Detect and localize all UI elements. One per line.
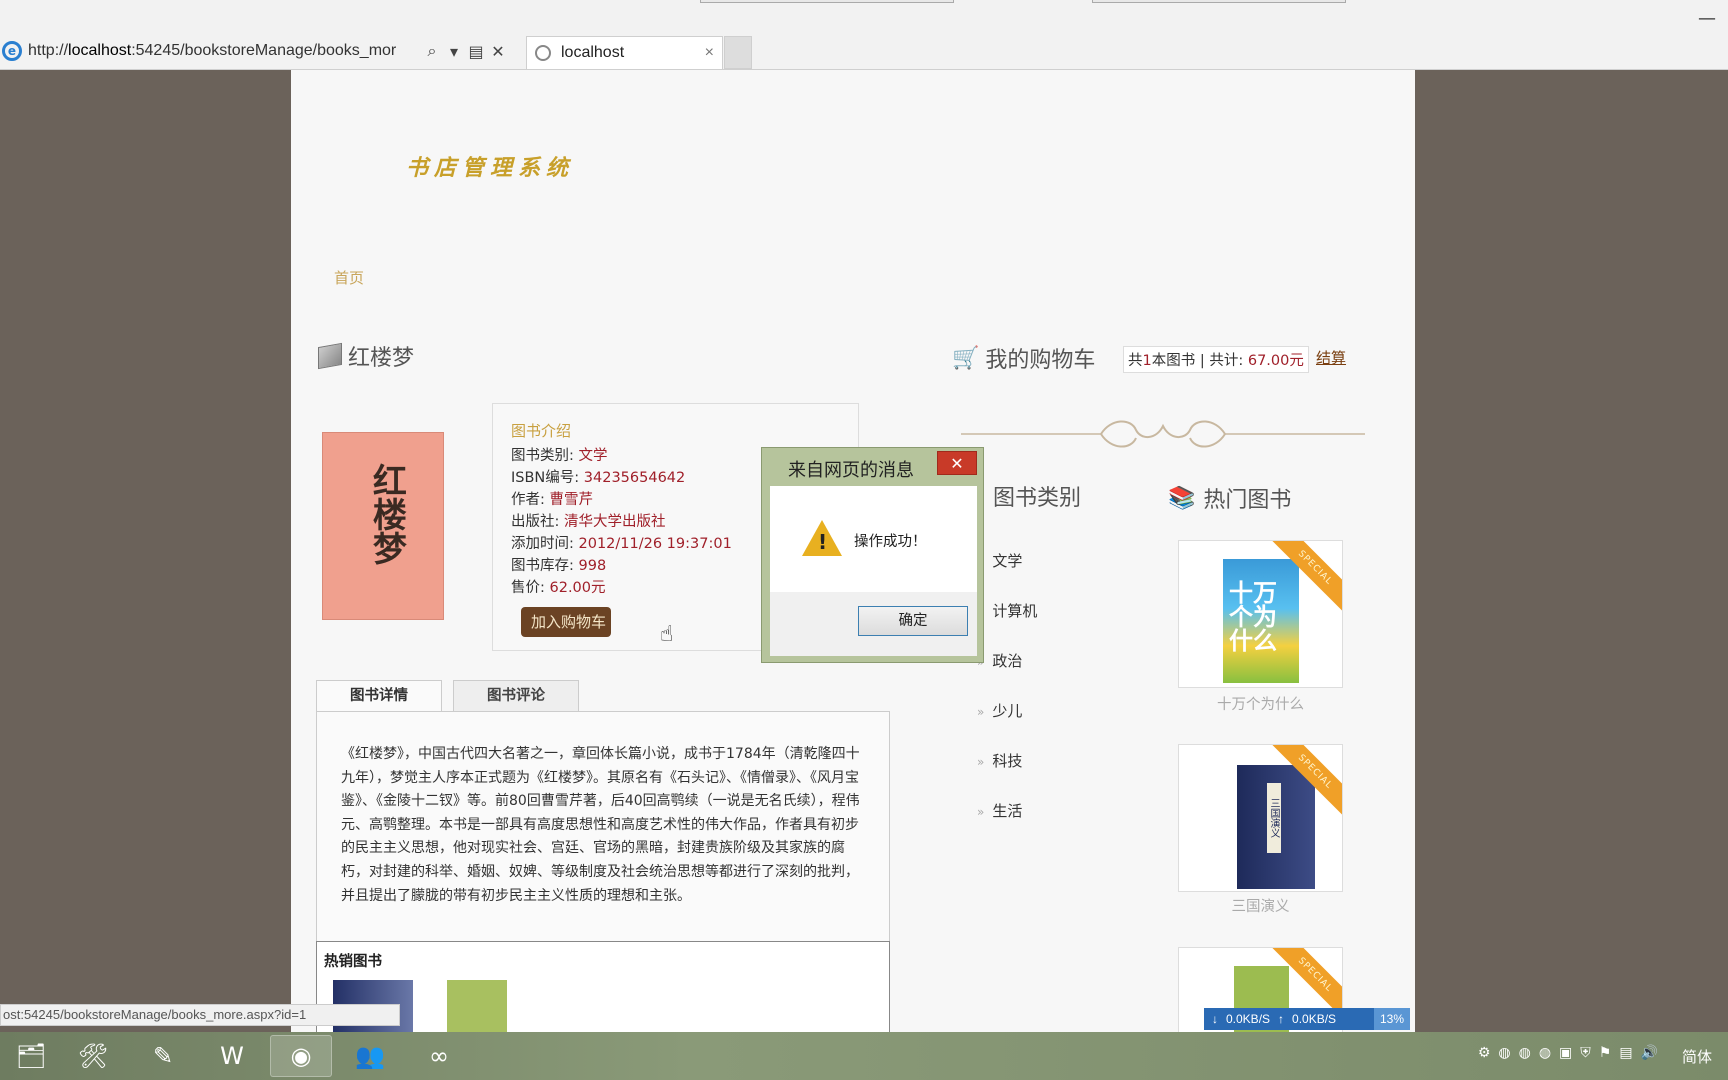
cart-summary: 共1本图书 | 共计: 67.00元 [1123,346,1309,373]
app-icon[interactable]: ∞ [408,1035,470,1077]
upload-arrow-icon: ↑ [1278,1012,1285,1026]
file-explorer-icon[interactable]: 🗂 [0,1035,62,1077]
category-title: 图书类别 [993,486,1082,511]
book-title: 红楼梦 [348,346,415,371]
stop-icon[interactable]: ✕ [487,42,509,61]
cart-icon: 🛒 [952,345,980,371]
tab-comments[interactable]: 图书评论 [453,680,579,712]
network-speed-widget: ↓ 0.0KB/S ↑ 0.0KB/S 13% [1204,1008,1410,1030]
hot-sale-panel: 热销图书 [316,941,890,1032]
field-category: 图书类别: 文学 [511,448,608,464]
site-logo[interactable]: 书店管理系统 [406,150,574,182]
tray-icon[interactable]: ◍ [1519,1045,1531,1061]
notes-icon[interactable]: ✎ [132,1035,194,1077]
field-isbn: ISBN编号: 34235654642 [511,470,686,486]
dialog-title: 来自网页的消息 [788,460,914,481]
chrome-icon[interactable]: ◉ [270,1035,332,1077]
browser-chrome: — e http://localhost:54245/bookstoreMana… [0,0,1728,70]
dialog-body: ! 操作成功！ 确定 [770,486,977,656]
dialog-ok-button[interactable]: 确定 [858,606,968,636]
alert-dialog: 来自网页的消息 ✕ ! 操作成功！ 确定 [761,447,984,663]
book-cover: 红楼梦 [322,432,444,620]
upload-speed: 0.0KB/S [1292,1012,1337,1026]
divider-ornament [961,420,1365,448]
tools-icon[interactable]: 🛠 [62,1035,124,1077]
dialog-message: 操作成功！ [854,534,927,550]
cart-title: 我的购物车 [985,348,1096,373]
dialog-close-button[interactable]: ✕ [937,451,977,475]
ime-indicator[interactable]: 简体 [1682,1046,1712,1067]
window-thumb [1092,0,1346,3]
book-description: 《红楼梦》，中国古代四大名著之一，章回体长篇小说，成书于1784年（清乾隆四十九… [341,746,860,904]
tray-icon[interactable]: ▣ [1559,1045,1572,1061]
ie-icon: e [2,41,22,61]
taskbar: 🗂 🛠 ✎ W ◉ 👥 ∞ ⚙ ◍ ◍ ◍ ▣ ⛨ ⚑ ▤ 🔊 简体 [0,1032,1728,1080]
hot-book-name[interactable]: 十万个为什么 [1178,693,1343,714]
hot-sale-thumb[interactable] [447,980,507,1032]
category-item[interactable]: »计算机 [977,600,1037,621]
category-item[interactable]: » 生活 [977,800,1022,821]
network-icon[interactable]: ▤ [1619,1045,1632,1061]
intro-heading: 图书介绍 [511,422,572,440]
hot-books-title: 热门图书 [1203,488,1292,513]
compat-icon[interactable]: ▤ [465,42,487,61]
hand-cursor-icon: ☝ [660,622,674,647]
checkout-link[interactable]: 结算 [1316,347,1346,368]
close-tab-icon[interactable]: × [705,44,714,62]
address-bar[interactable]: e http://localhost:54245/bookstoreManage… [0,37,522,65]
field-stock: 图书库存: 998 [511,558,607,574]
url-text[interactable]: http://localhost:54245/bookstoreManage/b… [28,42,421,60]
browser-tab[interactable]: localhost × [526,36,723,69]
cart-header: 🛒 我的购物车 [952,342,1095,374]
dropdown-icon[interactable]: ▾ [443,42,465,61]
tab-details[interactable]: 图书详情 [316,680,442,712]
hot-book-cover: 三国演义 [1237,765,1315,889]
box-icon [318,342,342,370]
new-tab-button[interactable] [724,36,752,69]
cpu-percent: 13% [1373,1008,1410,1030]
download-arrow-icon: ↓ [1212,1012,1218,1026]
hot-book-cover: 十万个为什么 [1223,559,1299,683]
add-to-cart-button[interactable]: 加入购物车 [521,607,611,637]
hot-sale-title: 热销图书 [324,954,382,970]
flag-icon[interactable]: ⚑ [1599,1045,1612,1061]
field-publisher: 出版社: 清华大学出版社 [511,514,666,530]
warning-mark: ! [818,530,828,554]
tray-icon[interactable]: ◍ [1498,1045,1510,1061]
field-author: 作者: 曹雪芹 [511,492,593,508]
field-added-time: 添加时间: 2012/11/26 19:37:01 [511,536,732,552]
hot-book-card[interactable]: 三国演义 SPECIAL [1178,744,1343,892]
shield-icon[interactable]: ⛨ [1580,1045,1591,1061]
book-stack-icon: 📚 [1168,485,1196,511]
book-title-block: 红楼梦 [318,340,414,372]
minimize-icon[interactable]: — [1698,8,1716,29]
system-tray: ⚙ ◍ ◍ ◍ ▣ ⛨ ⚑ ▤ 🔊 [1478,1045,1658,1061]
tab-title: localhost [561,44,625,61]
tray-icon[interactable]: ⚙ [1478,1045,1491,1061]
search-icon[interactable]: ⌕ [421,41,443,61]
category-item[interactable]: » 科技 [977,750,1022,771]
loading-icon [535,45,551,61]
volume-icon[interactable]: 🔊 [1641,1045,1658,1061]
hot-books-header: 📚 热门图书 [1168,482,1291,514]
tray-icon[interactable]: ◍ [1539,1045,1551,1061]
field-price: 售价: 62.00元 [511,580,606,596]
download-speed: 0.0KB/S [1226,1012,1271,1026]
hot-book-card[interactable]: 十万个为什么 SPECIAL [1178,540,1343,688]
book-cover-title: 红楼梦 [366,463,407,565]
window-thumb [700,0,954,3]
nav-home-link[interactable]: 首页 [334,267,364,288]
hot-book-name[interactable]: 三国演义 [1178,895,1343,916]
word-icon[interactable]: W [201,1035,263,1077]
users-icon[interactable]: 👥 [339,1035,401,1077]
category-item[interactable]: » 少儿 [977,700,1022,721]
status-bar-url: ost:54245/bookstoreManage/books_more.asp… [0,1004,400,1026]
